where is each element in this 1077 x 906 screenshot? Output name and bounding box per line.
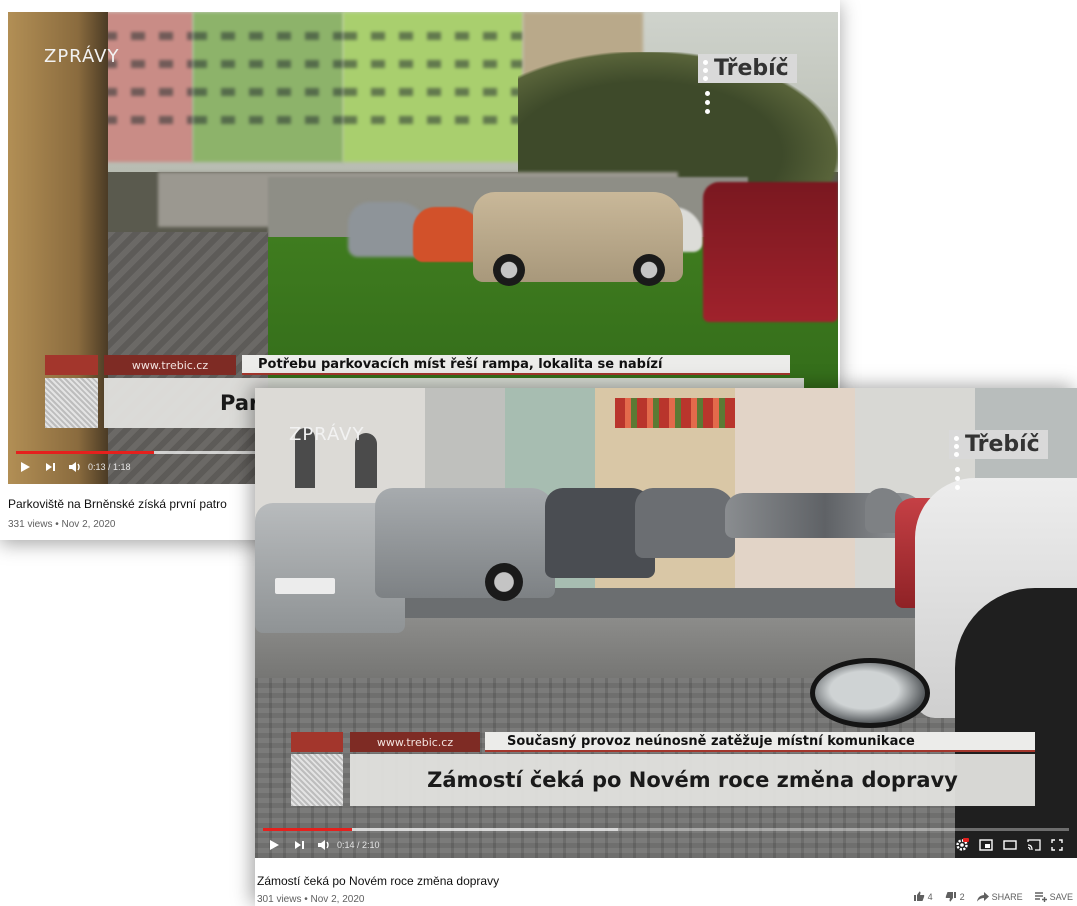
video-player-front[interactable]: ZPRÁVY Třebíč www.trebic.cz Současný pro… — [255, 388, 1077, 858]
wheel — [485, 563, 523, 601]
lower-third-pattern — [291, 754, 343, 806]
building — [103, 12, 193, 162]
play-icon — [270, 840, 279, 850]
logo-dots — [955, 467, 960, 472]
zpravy-logo: ZPRÁVY — [44, 46, 120, 67]
theater-icon — [1003, 840, 1017, 850]
next-button[interactable] — [44, 461, 56, 473]
next-icon — [295, 841, 304, 849]
volume-icon — [318, 840, 329, 850]
save-button[interactable]: SAVE — [1034, 891, 1073, 902]
lower-third-url: www.trebic.cz — [350, 732, 480, 752]
volume-button[interactable] — [317, 839, 331, 851]
logo-dots — [705, 91, 710, 96]
car — [635, 488, 735, 558]
cast-button[interactable] — [1027, 839, 1041, 851]
next-icon — [46, 463, 55, 471]
lower-third-pattern — [45, 378, 98, 428]
miniplayer-icon — [979, 839, 993, 851]
theater-button[interactable] — [1003, 840, 1017, 850]
lower-third-accent — [291, 732, 343, 752]
played-bar — [16, 451, 155, 454]
time-display: 0:14 / 2:10 — [337, 840, 380, 850]
zpravy-logo: ZPRÁVY — [289, 424, 365, 445]
video-card-front: ZPRÁVY Třebíč www.trebic.cz Současný pro… — [255, 388, 1077, 906]
like-count: 4 — [927, 891, 933, 902]
trebic-logo: Třebíč — [949, 430, 1048, 459]
share-icon — [976, 891, 989, 901]
video-title[interactable]: Parkoviště na Brněnské získá první patro — [8, 497, 227, 511]
play-button[interactable] — [18, 460, 32, 474]
dislike-icon — [945, 892, 956, 902]
car — [473, 192, 683, 286]
car — [375, 488, 555, 598]
fullscreen-button[interactable] — [1051, 839, 1063, 851]
license-plate — [275, 578, 335, 594]
like-button[interactable]: 4 — [913, 891, 933, 902]
flower-boxes — [615, 398, 735, 428]
volume-button[interactable] — [68, 461, 82, 473]
building — [343, 12, 523, 162]
right-controls — [955, 836, 1063, 854]
share-label: SHARE — [991, 891, 1023, 902]
building — [193, 12, 343, 162]
share-button[interactable]: SHARE — [976, 891, 1023, 902]
progress-bar[interactable] — [263, 828, 1069, 831]
car-door — [955, 588, 1077, 858]
control-bar: 0:14 / 2:10 — [267, 836, 1067, 854]
lower-third-url: www.trebic.cz — [104, 355, 236, 375]
save-icon — [1034, 891, 1047, 902]
settings-button[interactable] — [955, 838, 969, 852]
lower-third-subtitle: Potřebu parkovacích míst řeší rampa, lok… — [242, 355, 790, 375]
video-title[interactable]: Zámostí čeká po Novém roce změna dopravy — [257, 874, 499, 888]
car — [703, 182, 838, 322]
cast-icon — [1027, 839, 1041, 851]
side-mirror — [810, 658, 930, 728]
lower-third-headline: Zámostí čeká po Novém roce změna dopravy — [350, 754, 1035, 806]
control-bar: 0:13 / 1:18 — [18, 458, 258, 476]
play-button[interactable] — [267, 838, 281, 852]
time-display: 0:13 / 1:18 — [88, 462, 131, 472]
dislike-count: 2 — [959, 891, 965, 902]
play-icon — [21, 462, 30, 472]
played-bar — [263, 828, 352, 831]
video-meta: 301 views • Nov 2, 2020 — [257, 894, 365, 905]
video-actions: 4 2 SHARE SAVE — [913, 891, 1073, 902]
volume-icon — [69, 462, 80, 472]
dislike-button[interactable]: 2 — [945, 891, 965, 902]
fullscreen-icon — [1051, 839, 1063, 851]
building — [735, 388, 855, 588]
next-button[interactable] — [293, 839, 305, 851]
video-meta: 331 views • Nov 2, 2020 — [8, 519, 116, 530]
lower-third-subtitle: Současný provoz neúnosně zatěžuje místní… — [485, 732, 1035, 752]
miniplayer-button[interactable] — [979, 839, 993, 851]
like-icon — [913, 891, 924, 901]
settings-icon — [956, 838, 969, 851]
save-label: SAVE — [1049, 891, 1073, 902]
trebic-logo: Třebíč — [698, 54, 797, 83]
lower-third-accent — [45, 355, 98, 375]
